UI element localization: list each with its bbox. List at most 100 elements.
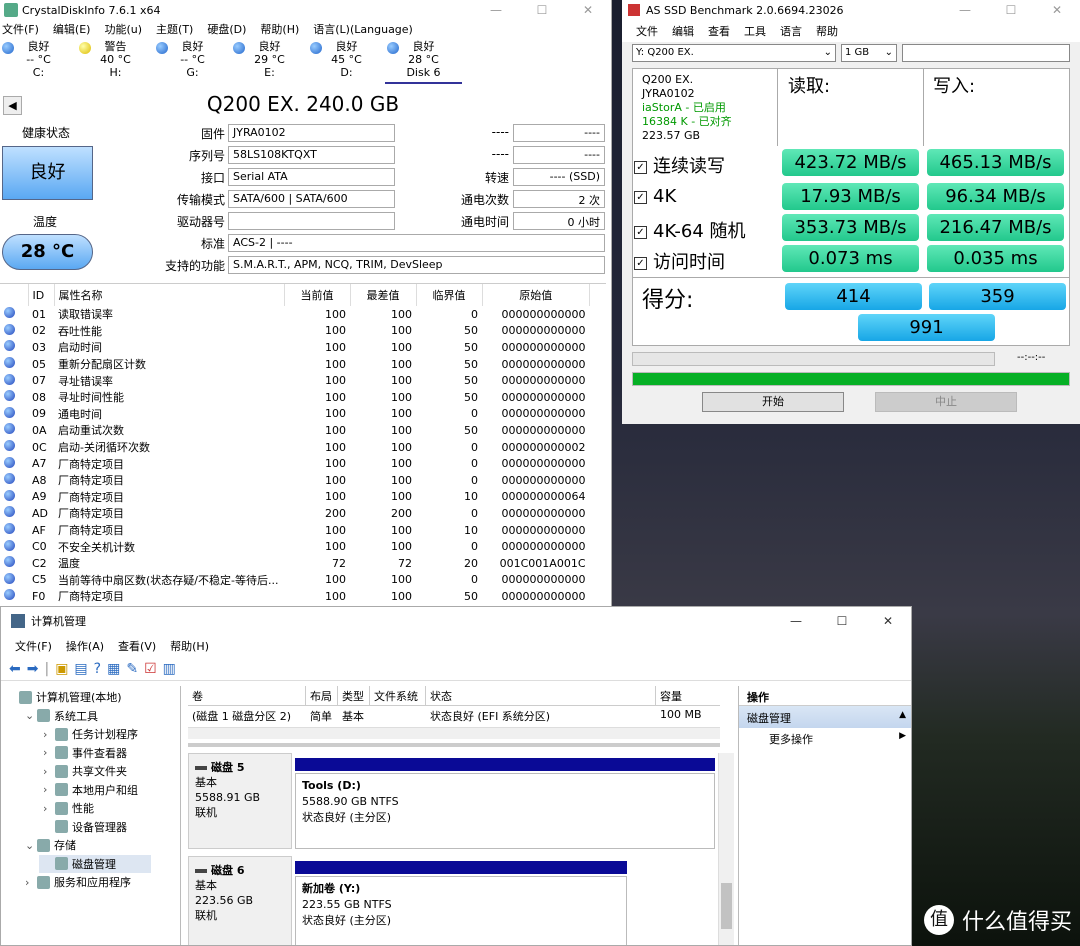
tree-item[interactable]: ⌄ 系统工具 xyxy=(1,707,180,726)
col-volume[interactable]: 卷 xyxy=(188,686,306,705)
col-status[interactable]: 状态 xyxy=(426,686,656,705)
menu-edit[interactable]: 编辑(E) xyxy=(46,21,98,37)
row-4k[interactable]: ✓ 4K xyxy=(634,186,676,207)
menu-theme[interactable]: 主题(T) xyxy=(149,21,200,37)
menu-view[interactable]: 查看(V) xyxy=(111,638,163,654)
menu-file[interactable]: 文件(F) xyxy=(1,638,59,654)
up-icon[interactable]: ▣ xyxy=(55,661,68,677)
smart-row[interactable]: 02 吞吐性能 100 100 50 000000000000 xyxy=(0,323,590,340)
col-capacity[interactable]: 容量 xyxy=(656,686,720,705)
abort-button[interactable]: 中止 xyxy=(875,392,1017,412)
menu-function[interactable]: 功能(u) xyxy=(97,21,149,37)
menu-help[interactable]: 帮助(H) xyxy=(253,21,306,37)
name-input[interactable] xyxy=(902,44,1070,62)
smart-row[interactable]: 01 读取错误率 100 100 0 000000000000 xyxy=(0,306,590,323)
minimize-icon[interactable]: — xyxy=(773,614,819,628)
drive-tab[interactable]: 良好 -- °C C: xyxy=(0,38,77,84)
maximize-icon[interactable]: ☐ xyxy=(988,3,1034,17)
checkbox-icon[interactable]: ✓ xyxy=(634,160,647,174)
actions-section-disk-management[interactable]: 磁盘管理 ▲ xyxy=(739,706,911,728)
menu-tools[interactable]: 工具 xyxy=(737,23,773,39)
list-icon[interactable]: ▥ xyxy=(163,661,176,677)
menu-help[interactable]: 帮助(H) xyxy=(163,638,216,654)
disk-info-6[interactable]: 磁盘 6 基本 223.56 GB 联机 xyxy=(188,856,292,945)
checkbox-icon[interactable]: ✓ xyxy=(634,190,647,204)
smart-row[interactable]: C5 当前等待中扇区数(状态存疑/不稳定-等待后... 100 100 0 0000000… xyxy=(0,572,590,589)
expand-toggle-icon[interactable]: › xyxy=(43,802,55,815)
tree-item[interactable]: ⌄ 存储 xyxy=(1,836,180,855)
close-icon[interactable]: ✕ xyxy=(565,3,611,17)
checklist-icon[interactable]: ☑ xyxy=(144,661,157,677)
checkbox-icon[interactable]: ✓ xyxy=(634,225,647,239)
drive-tab[interactable]: 良好 29 °C E: xyxy=(231,38,308,84)
vertical-scrollbar[interactable] xyxy=(718,753,734,945)
start-button[interactable]: 开始 xyxy=(702,392,844,412)
menu-file[interactable]: 文件 xyxy=(622,23,665,39)
drive-tab[interactable]: 良好 45 °C D: xyxy=(308,38,385,84)
properties-icon[interactable]: ▦ xyxy=(107,661,120,677)
close-icon[interactable]: ✕ xyxy=(1034,3,1080,17)
expand-toggle-icon[interactable]: ⌄ xyxy=(25,709,37,722)
console-tree-icon[interactable]: ▤ xyxy=(74,661,87,677)
smart-row[interactable]: A9 厂商特定项目 100 100 10 000000000064 xyxy=(0,489,590,506)
horizontal-scrollbar[interactable] xyxy=(188,727,720,739)
scrollbar-thumb[interactable] xyxy=(721,883,732,929)
minimize-icon[interactable]: — xyxy=(473,3,519,17)
forward-icon[interactable]: ➡ xyxy=(27,661,39,677)
smart-row[interactable]: F0 厂商特定项目 100 100 50 000000000000 xyxy=(0,588,590,605)
collapse-icon[interactable]: ▲ xyxy=(899,710,906,720)
expand-toggle-icon[interactable]: › xyxy=(43,783,55,796)
drive-tab[interactable]: 良好 -- °C G: xyxy=(154,38,231,84)
help-icon[interactable]: ? xyxy=(94,661,101,677)
menu-help[interactable]: 帮助 xyxy=(809,23,845,39)
menu-disk[interactable]: 硬盘(D) xyxy=(200,21,253,37)
col-worst[interactable]: 最差值 xyxy=(350,284,417,306)
connect-icon[interactable]: ✎ xyxy=(126,661,138,677)
back-icon[interactable]: ⬅ xyxy=(9,661,21,677)
col-name[interactable]: 属性名称 xyxy=(54,284,285,306)
smart-row[interactable]: 0A 启动重试次数 100 100 50 000000000000 xyxy=(0,422,590,439)
expand-toggle-icon[interactable]: › xyxy=(43,728,55,741)
maximize-icon[interactable]: ☐ xyxy=(519,3,565,17)
menu-language[interactable]: 语言 xyxy=(773,23,809,39)
menu-edit[interactable]: 编辑 xyxy=(665,23,701,39)
volume-row[interactable]: (磁盘 1 磁盘分区 2) 简单 基本 状态良好 (EFI 系统分区) 100 … xyxy=(188,706,720,724)
smart-row[interactable]: A8 厂商特定项目 100 100 0 000000000000 xyxy=(0,472,590,489)
size-select[interactable]: 1 GB ⌄ xyxy=(841,44,897,62)
tree-item[interactable]: 计算机管理(本地) xyxy=(1,688,180,707)
col-threshold[interactable]: 临界值 xyxy=(416,284,483,306)
health-status-button[interactable]: 良好 xyxy=(2,146,93,200)
expand-toggle-icon[interactable]: › xyxy=(43,746,55,759)
partition-d[interactable]: Tools (D:) 5588.90 GB NTFS 状态良好 (主分区) xyxy=(295,773,715,849)
smart-row[interactable]: C0 不安全关机计数 100 100 0 000000000000 xyxy=(0,538,590,555)
partition-y[interactable]: 新加卷 (Y:) 223.55 GB NTFS 状态良好 (主分区) xyxy=(295,876,627,945)
smart-row[interactable]: C2 温度 72 72 20 001C001A001C xyxy=(0,555,590,572)
row-access[interactable]: ✓ 访问时间 xyxy=(634,248,725,274)
expand-toggle-icon[interactable]: › xyxy=(25,876,37,889)
col-filesystem[interactable]: 文件系统 xyxy=(370,686,426,705)
drive-select[interactable]: Y: Q200 EX. ⌄ xyxy=(632,44,836,62)
tree-item[interactable]: › 任务计划程序 xyxy=(1,725,180,744)
tree-item[interactable]: › 服务和应用程序 xyxy=(1,873,180,892)
checkbox-icon[interactable]: ✓ xyxy=(634,256,647,270)
tree-item[interactable]: 磁盘管理 xyxy=(39,854,151,873)
expand-toggle-icon[interactable]: ⌄ xyxy=(25,839,37,852)
more-actions[interactable]: 更多操作 ▶ xyxy=(739,728,911,748)
smart-row[interactable]: 0C 启动-关闭循环次数 100 100 0 000000000002 xyxy=(0,439,590,456)
smart-row[interactable]: AD 厂商特定项目 200 200 0 000000000000 xyxy=(0,505,590,522)
tree-item[interactable]: 设备管理器 xyxy=(1,818,180,837)
drive-tab[interactable]: 警告 40 °C H: xyxy=(77,38,154,84)
col-current[interactable]: 当前值 xyxy=(284,284,351,306)
drive-tab-selected[interactable]: 良好 28 °C Disk 6 xyxy=(385,38,462,84)
menu-action[interactable]: 操作(A) xyxy=(59,638,111,654)
minimize-icon[interactable]: — xyxy=(942,3,988,17)
tree-item[interactable]: › 本地用户和组 xyxy=(1,781,180,800)
menu-file[interactable]: 文件(F) xyxy=(0,21,46,37)
col-layout[interactable]: 布局 xyxy=(306,686,338,705)
tree-item[interactable]: › 性能 xyxy=(1,799,180,818)
row-4k64[interactable]: ✓ 4K-64 随机 xyxy=(634,217,746,243)
tree-item[interactable]: › 事件查看器 xyxy=(1,744,180,763)
splitter[interactable] xyxy=(188,743,720,747)
maximize-icon[interactable]: ☐ xyxy=(819,614,865,628)
col-type[interactable]: 类型 xyxy=(338,686,370,705)
